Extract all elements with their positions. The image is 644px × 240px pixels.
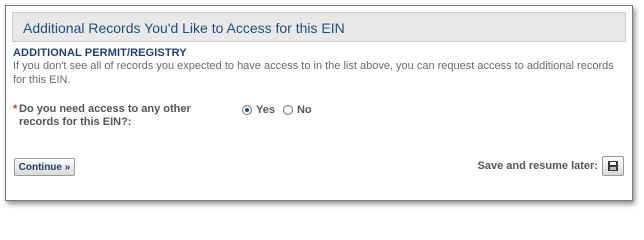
section-description: If you don't see all of records you expe… <box>13 60 614 86</box>
no-label[interactable]: No <box>297 104 312 116</box>
required-marker: * <box>13 103 18 115</box>
access-radio-group: Yes No <box>242 103 316 117</box>
continue-button[interactable]: Continue » <box>14 158 75 176</box>
no-radio[interactable] <box>282 105 293 115</box>
access-question: * Do you need access to any other record… <box>13 103 625 133</box>
save-icon <box>608 161 618 171</box>
yes-radio[interactable] <box>242 105 252 115</box>
question-label: Do you need access to any other records … <box>19 103 191 128</box>
section-title: ADDITIONAL PERMIT/REGISTRY <box>13 47 187 59</box>
save-resume: Save and resume later: <box>478 155 624 177</box>
yes-label[interactable]: Yes <box>256 104 275 116</box>
save-resume-label: Save and resume later: <box>477 160 598 172</box>
save-resume-button[interactable] <box>602 156 624 176</box>
panel-title: Additional Records You'd Like to Access … <box>23 20 345 36</box>
records-panel: Additional Records You'd Like to Access … <box>5 5 633 201</box>
panel-header: Additional Records You'd Like to Access … <box>12 12 626 42</box>
